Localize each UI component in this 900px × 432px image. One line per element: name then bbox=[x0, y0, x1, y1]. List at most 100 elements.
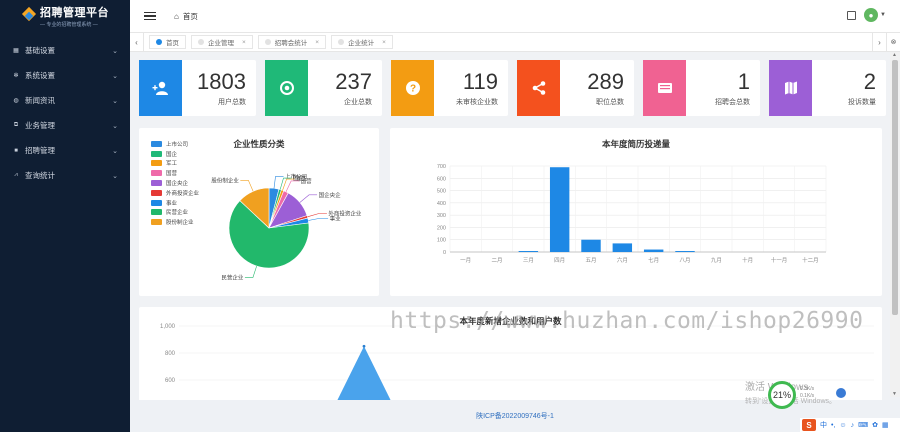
pie-slice-label: 国企央企 bbox=[319, 191, 342, 199]
close-icon[interactable]: × bbox=[382, 39, 386, 46]
x-tick-label: 七月 bbox=[648, 256, 659, 264]
scroll-down-icon[interactable]: ▼ bbox=[892, 391, 897, 397]
x-tick-label: 十一月 bbox=[771, 256, 788, 264]
avatar[interactable]: ● bbox=[864, 8, 879, 22]
sidebar-item-recruitment[interactable]: ■ 招聘管理 ⌄ bbox=[0, 138, 130, 163]
tab-scroll-right-icon[interactable]: › bbox=[872, 32, 886, 52]
sidebar-item-news[interactable]: ◍ 新闻资讯 ⌄ bbox=[0, 88, 130, 113]
target-icon bbox=[265, 60, 308, 116]
stat-card-users[interactable]: 1803 用户总数 bbox=[139, 60, 256, 116]
menu-toggle-icon[interactable] bbox=[144, 11, 156, 21]
tab-company-management[interactable]: 企业管理 × bbox=[191, 35, 253, 49]
bar[interactable] bbox=[581, 239, 601, 252]
pie-chart[interactable]: 上市公司国企军工国营国企央企外商投资企业事业民营企业股份制企业 bbox=[139, 128, 379, 296]
sidebar-item-label: 业务管理 bbox=[25, 121, 55, 130]
stat-value: 289 bbox=[587, 68, 624, 94]
caret-down-icon[interactable]: ▼ bbox=[880, 12, 886, 18]
bar[interactable] bbox=[549, 167, 570, 252]
x-tick-label: 九月 bbox=[711, 256, 722, 264]
app-subtitle: — 专业的招聘管理系统 — bbox=[40, 22, 98, 28]
breadcrumb[interactable]: ⌂ 首页 bbox=[174, 11, 198, 22]
stat-value: 2 bbox=[863, 68, 876, 94]
punctuation-icon[interactable]: •, bbox=[831, 422, 835, 429]
bar[interactable] bbox=[675, 251, 695, 252]
x-tick-label: 八月 bbox=[679, 257, 690, 264]
y-tick-label: 200 bbox=[437, 225, 446, 231]
toolbox-icon[interactable]: ▦ bbox=[882, 421, 889, 429]
pie-label-line bbox=[244, 265, 257, 278]
sidebar-item-system-settings[interactable]: ✻ 系统设置 ⌄ bbox=[0, 63, 130, 88]
scroll-up-icon[interactable]: ▲ bbox=[892, 52, 897, 58]
chevron-down-icon: ⌄ bbox=[112, 97, 118, 105]
page-scrollbar[interactable]: ▲ ▼ bbox=[890, 52, 900, 397]
stat-value: 1803 bbox=[197, 68, 246, 94]
ime-language[interactable]: 中 bbox=[820, 420, 827, 430]
upload-speed: 0.3K/s bbox=[800, 386, 815, 392]
stat-card-positions[interactable]: 289 职位总数 bbox=[517, 60, 634, 116]
sidebar-item-statistics[interactable]: ⩘ 查询统计 ⌄ bbox=[0, 163, 130, 188]
ime-toolbar: S 中 •, ☺ ♪ ⌨ ✿ ▦ bbox=[800, 418, 900, 432]
globe-icon: ◍ bbox=[13, 98, 19, 104]
x-tick-label: 十月 bbox=[742, 256, 753, 264]
home-icon: ⌂ bbox=[174, 11, 179, 21]
pie-slice-label: 事业 bbox=[330, 214, 342, 222]
sogou-logo-icon[interactable]: S bbox=[802, 419, 816, 431]
question-icon: ? bbox=[391, 60, 434, 116]
microphone-icon[interactable]: ♪ bbox=[851, 422, 855, 429]
stat-card-complaints[interactable]: 2 投诉数量 bbox=[769, 60, 886, 116]
area-point[interactable] bbox=[362, 344, 366, 348]
app-logo[interactable]: 招聘管理平台 — 专业的招聘管理系统 — bbox=[0, 0, 130, 32]
bar-chart[interactable]: 0 100 200 300 400 500 600 700 一月 二月 三月 四月 五月 六月 七月 八月 九月… bbox=[390, 128, 882, 296]
briefcase-icon: ⧉ bbox=[13, 122, 19, 128]
stat-label: 投诉数量 bbox=[848, 98, 876, 106]
pie-chart-panel: 企业性质分类 上市公司 国企 军工 国营 国企央企 外商投资企业 事业 民营企业 股份制企业 上… bbox=[139, 128, 379, 296]
tab-label: 招聘会统计 bbox=[274, 40, 308, 47]
pie-label-line bbox=[308, 217, 329, 221]
bar[interactable] bbox=[518, 251, 539, 252]
stat-card-companies[interactable]: 237 企业总数 bbox=[265, 60, 382, 116]
top-header: ⌂ 首页 ● ▼ bbox=[130, 0, 900, 32]
tab-dot-icon bbox=[156, 39, 162, 45]
tab-dot-icon bbox=[198, 39, 204, 45]
stat-cards: 1803 用户总数 237 企业总数 ? 119 未审核企业数 289 职位总数… bbox=[139, 60, 886, 116]
stat-card-fairs[interactable]: 1 招聘会总数 bbox=[643, 60, 760, 116]
cpu-usage-badge[interactable]: 21% bbox=[768, 381, 796, 409]
y-tick-label: 700 bbox=[437, 164, 446, 170]
fullscreen-icon[interactable] bbox=[847, 10, 857, 20]
skin-icon[interactable]: ✿ bbox=[872, 421, 878, 429]
keyboard-icon[interactable]: ⌨ bbox=[858, 421, 868, 429]
sidebar: 招聘管理平台 — 专业的招聘管理系统 — ▦ 基础设置 ⌄ ✻ 系统设置 ⌄ ◍… bbox=[0, 0, 130, 432]
tab-menu-icon[interactable]: ⊗ bbox=[886, 32, 900, 52]
y-tick-label: 1,000 bbox=[160, 324, 176, 330]
stat-card-unreviewed[interactable]: ? 119 未审核企业数 bbox=[391, 60, 508, 116]
y-tick-label: 100 bbox=[437, 238, 446, 244]
sidebar-item-basic-settings[interactable]: ▦ 基础设置 ⌄ bbox=[0, 38, 130, 63]
tab-scroll-left-icon[interactable]: ‹ bbox=[130, 32, 144, 52]
icp-link[interactable]: 陕ICP备2022009746号-1 bbox=[476, 411, 554, 421]
area-series[interactable] bbox=[334, 346, 394, 400]
tab-fair-statistics[interactable]: 招聘会统计 × bbox=[257, 35, 327, 49]
stat-value: 119 bbox=[462, 68, 498, 94]
y-tick-label: 500 bbox=[437, 189, 446, 195]
tab-home[interactable]: 首页 bbox=[149, 35, 186, 49]
stat-label: 招聘会总数 bbox=[715, 98, 750, 106]
accelerate-icon[interactable] bbox=[836, 388, 846, 398]
pie-slice-label: 民营企业 bbox=[221, 273, 244, 281]
sidebar-item-label: 招聘管理 bbox=[25, 146, 55, 155]
chevron-down-icon: ⌄ bbox=[112, 172, 118, 180]
book-icon bbox=[643, 60, 686, 116]
scrollbar-thumb[interactable] bbox=[892, 60, 898, 315]
bar[interactable] bbox=[612, 243, 633, 252]
tab-company-statistics[interactable]: 企业统计 × bbox=[331, 35, 393, 49]
sidebar-item-business[interactable]: ⧉ 业务管理 ⌄ bbox=[0, 113, 130, 138]
emoji-icon[interactable]: ☺ bbox=[839, 422, 846, 429]
download-speed: 0.1K/s bbox=[800, 393, 815, 399]
close-icon[interactable]: × bbox=[315, 39, 319, 46]
close-icon[interactable]: × bbox=[242, 39, 246, 46]
y-tick-label: 400 bbox=[437, 201, 446, 207]
stat-label: 企业总数 bbox=[344, 98, 372, 106]
bar[interactable] bbox=[643, 249, 664, 252]
x-tick-label: 五月 bbox=[585, 257, 596, 264]
chevron-down-icon: ⌄ bbox=[112, 47, 118, 55]
map-icon bbox=[769, 60, 812, 116]
